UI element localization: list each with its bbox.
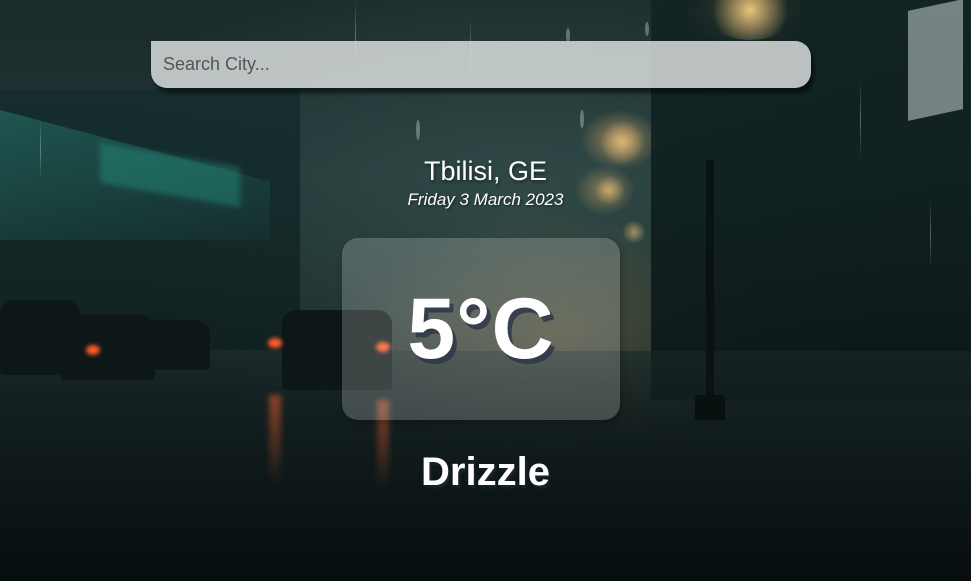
- parked-car: [0, 300, 80, 375]
- temperature-value: 5°C: [407, 280, 555, 377]
- street-lamp-glow: [705, 0, 795, 40]
- lamp-pole-base: [695, 395, 725, 420]
- parked-car: [140, 320, 210, 370]
- left-building: [0, 90, 300, 350]
- weather-condition: Drizzle: [421, 450, 550, 494]
- rain-streak: [860, 80, 861, 160]
- rain-drop: [566, 28, 570, 42]
- tail-light: [268, 338, 282, 348]
- current-date: Friday 3 March 2023: [407, 190, 564, 209]
- parked-car: [60, 315, 155, 380]
- street-lamp-glow: [622, 220, 646, 244]
- search-bar: [151, 41, 811, 88]
- rain-drop: [416, 120, 420, 140]
- temperature-panel: 5°C: [342, 238, 620, 420]
- rain-streak: [930, 200, 931, 270]
- location-name: Tbilisi, GE: [423, 156, 548, 186]
- rain-drop: [645, 22, 649, 36]
- rain-drop: [580, 110, 584, 128]
- search-city-input[interactable]: [151, 41, 811, 88]
- hanging-banner: [908, 0, 963, 121]
- tail-light: [86, 345, 100, 355]
